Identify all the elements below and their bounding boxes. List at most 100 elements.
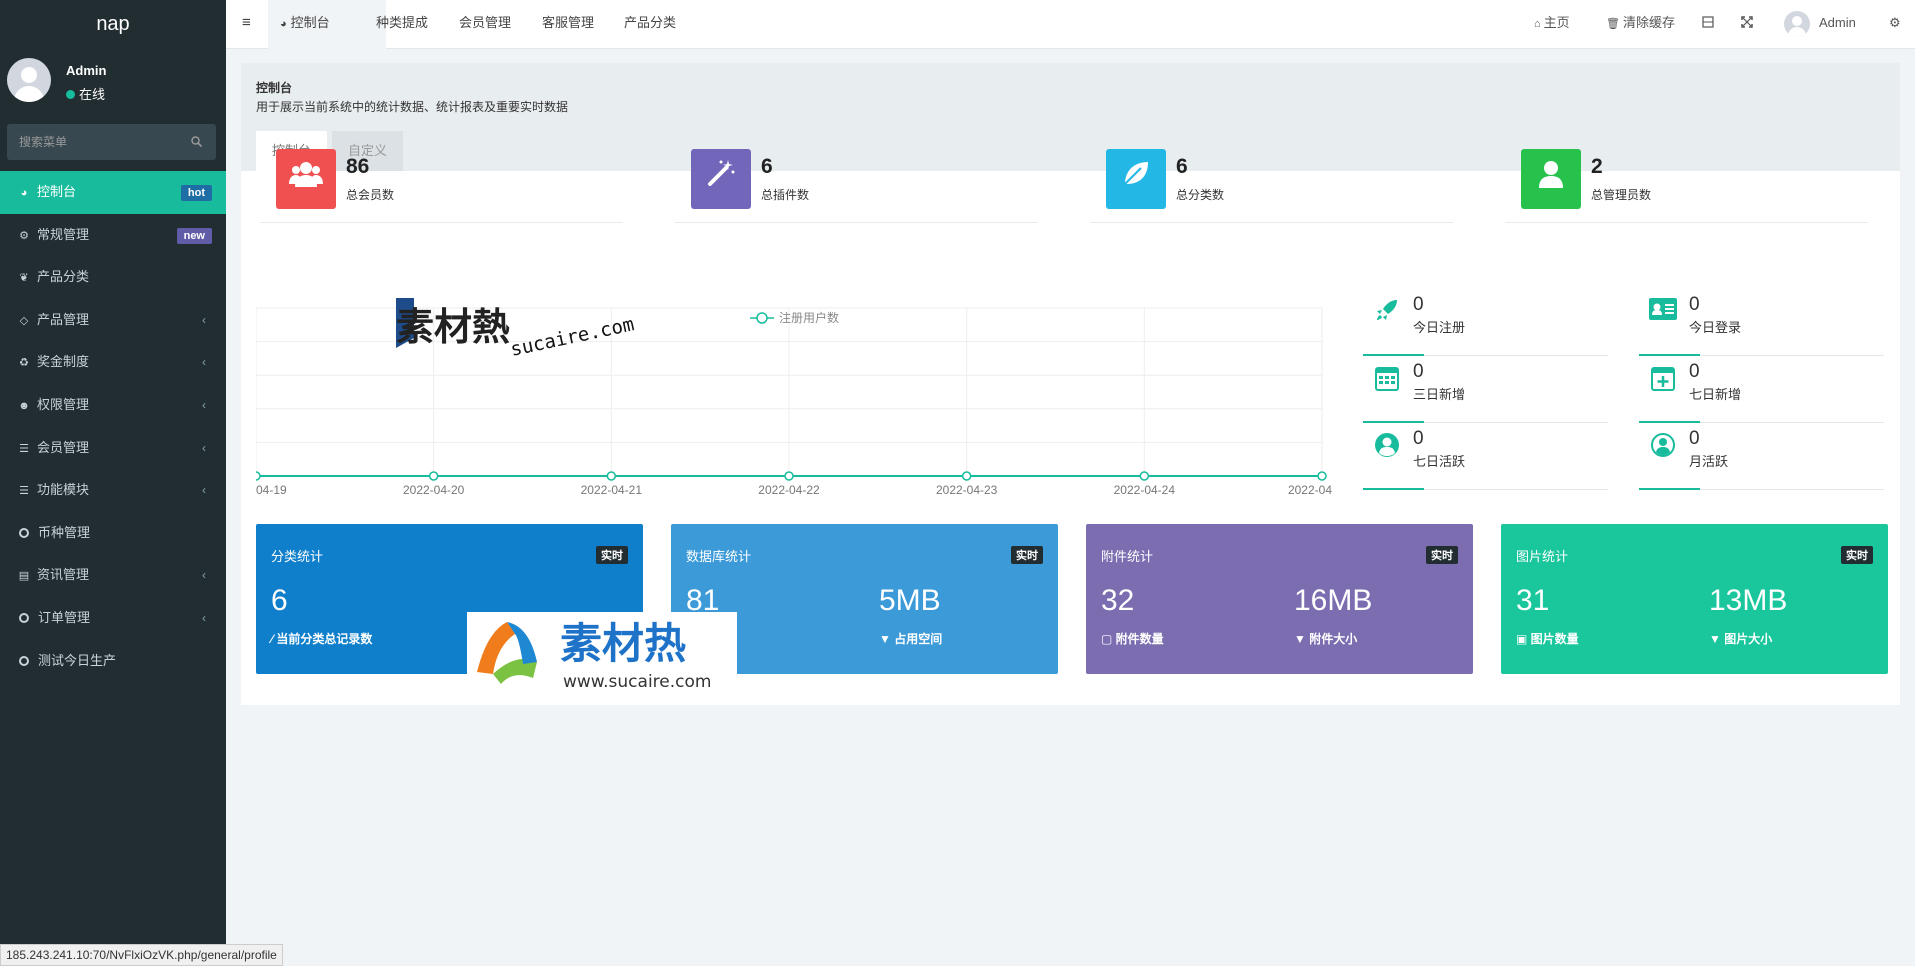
user-circle-icon [1373, 432, 1401, 460]
tab-product-category[interactable]: 产品分类 [624, 0, 676, 49]
users-icon [276, 149, 336, 209]
group-icon: ☻ [18, 399, 30, 412]
fullscreen-icon[interactable] [1741, 0, 1753, 49]
sidebar-item-currency[interactable]: 币种管理 [0, 512, 226, 555]
realtime-badge: 实时 [596, 546, 628, 564]
x-tick-label: 2022-04-21 [581, 483, 643, 496]
tab-member[interactable]: 会员管理 [459, 0, 511, 49]
clear-cache-button[interactable]: 🗑 清除缓存 [1606, 0, 1675, 49]
recycle-icon: ♻ [19, 357, 29, 370]
mini-stat-value: 0 [1413, 294, 1424, 315]
mini-stat-value: 0 [1689, 361, 1700, 382]
legend-marker [756, 312, 768, 324]
card-title: 图片统计 [1516, 549, 1569, 564]
chevron-left-icon: ‹ [202, 355, 206, 370]
diamond-icon: ◇ [19, 314, 29, 327]
mini-stat-value: 0 [1413, 428, 1424, 449]
list-icon: ☰ [19, 442, 29, 455]
stat-label: 总会员数 [346, 188, 395, 202]
mini-stat-label: 今日注册 [1413, 320, 1466, 335]
watermark-text: 素材熱 [396, 305, 510, 349]
sidebar-item-dashboard[interactable]: ◕ 控制台 hot [0, 171, 226, 214]
sidebar-item-bonus[interactable]: ♻ 奖金制度 ‹ [0, 341, 226, 384]
cogs-icon[interactable]: ⚙ [1889, 0, 1901, 49]
watermark-logo: 素材热 www.sucaire.com [467, 612, 737, 697]
user-icon [1521, 149, 1581, 209]
filter-icon: ▼ [1709, 632, 1725, 646]
card-value: 5MB [879, 584, 941, 617]
sidebar-item-product-category[interactable]: ❦ 产品分类 [0, 256, 226, 299]
sidebar-item-member[interactable]: ☰ 会员管理 ‹ [0, 427, 226, 470]
newspaper-icon: ▤ [18, 570, 30, 583]
sidebar-item-news[interactable]: ▤ 资讯管理 ‹ [0, 554, 226, 597]
data-point [1317, 471, 1327, 481]
circle-icon [19, 527, 29, 538]
card-sub: ▣ 图片数量 [1516, 632, 1579, 646]
search-icon[interactable] [191, 136, 203, 150]
sidebar-item-auth[interactable]: ☻ 权限管理 ‹ [0, 384, 226, 427]
x-tick-label: 2022-04-24 [1114, 483, 1176, 496]
mini-stat-seven-day: 0 七日新增 [1639, 361, 1884, 423]
x-tick-label: 04-19 [256, 483, 287, 496]
stat-label: 总管理员数 [1591, 188, 1652, 202]
sidebar: nap Admin 在线 ◕控制台hot ⚙常规管理new ❦产品分类 ◇产品管… [0, 0, 226, 966]
chevron-left-icon: ‹ [202, 610, 206, 625]
tab-dashboard[interactable]: ◕ 控制台 [268, 0, 386, 49]
sidebar-item-product-manage[interactable]: ◇ 产品管理 ‹ [0, 299, 226, 342]
home-link[interactable]: ⌂ 主页 [1534, 0, 1570, 49]
calendar-icon [1373, 365, 1401, 393]
leaf-icon [1106, 149, 1166, 209]
files-icon: ▢ [1101, 632, 1116, 646]
circle-icon [19, 612, 29, 623]
sidebar-item-order[interactable]: 订单管理 ‹ [0, 597, 226, 640]
filter-icon: ▼ [1294, 632, 1310, 646]
sidebar-item-module[interactable]: ☰ 功能模块 ‹ [0, 469, 226, 512]
realtime-badge: 实时 [1841, 546, 1873, 564]
watermark: 素材熱 sucaire.com [394, 296, 664, 366]
tab-customer-service[interactable]: 客服管理 [542, 0, 594, 49]
cogs-icon: ⚙ [19, 229, 29, 242]
hot-badge: hot [180, 185, 212, 201]
card-title: 分类统计 [271, 549, 324, 564]
stat-value: 86 [346, 155, 370, 178]
sidebar-menu: ◕ 控制台 hot ⚙ 常规管理 new ❦ 产品分类 ◇ 产品管理 ‹ ♻ 奖金制度 ‹ ☻ 权限… [0, 171, 226, 682]
stat-value: 6 [1176, 155, 1188, 178]
sidebar-search-input[interactable] [7, 124, 216, 160]
home-icon: ⌂ [1534, 18, 1541, 30]
mini-stat-month-active: 0 月活跃 [1639, 428, 1884, 490]
card-title: 数据库统计 [686, 549, 752, 564]
menu-toggle-icon[interactable]: ≡ [242, 0, 260, 49]
circle-icon [19, 655, 29, 666]
stat-categories: 6 总分类数 [1090, 143, 1453, 223]
sidebar-item-test[interactable]: 测试今日生产 [0, 640, 226, 683]
page-title: 控制台 [256, 81, 293, 95]
tab-commission[interactable]: 种类提成 [376, 0, 428, 49]
stat-value: 6 [761, 155, 773, 178]
card-image-stats: 图片统计 实时 31 ▣ 图片数量 13MB ▼ 图片大小 [1501, 524, 1888, 674]
watermark-url: www.sucaire.com [563, 672, 711, 692]
stat-value: 2 [1591, 155, 1603, 178]
mini-stat-today-login: 0 今日登录 [1639, 294, 1884, 356]
image-icon: ▣ [1516, 632, 1531, 646]
calendar-plus-icon [1649, 365, 1677, 393]
card-attachment-stats: 附件统计 实时 32 ▢ 附件数量 16MB ▼ 附件大小 [1086, 524, 1473, 674]
card-value: 13MB [1709, 584, 1788, 617]
app-logo[interactable]: nap [0, 0, 226, 49]
leaf-icon: ❦ [19, 272, 29, 285]
online-dot-icon [66, 90, 75, 99]
card-value: 16MB [1294, 584, 1373, 617]
sidebar-item-general[interactable]: ⚙ 常规管理 new [0, 214, 226, 257]
trash-icon: 🗑 [1606, 18, 1620, 30]
stat-label: 总插件数 [761, 188, 810, 202]
language-icon[interactable] [1702, 0, 1714, 49]
card-sub: ▼ 占用空间 [879, 632, 943, 646]
user-name: Admin [66, 63, 107, 78]
user-panel: Admin 在线 [0, 49, 226, 115]
chevron-left-icon: ‹ [202, 397, 206, 412]
magic-icon [691, 149, 751, 209]
admin-menu[interactable]: Admin [1784, 0, 1856, 49]
filter-icon: ▼ [879, 632, 895, 646]
data-point [784, 471, 794, 481]
avatar [1784, 10, 1810, 37]
chevron-left-icon: ‹ [202, 568, 206, 583]
